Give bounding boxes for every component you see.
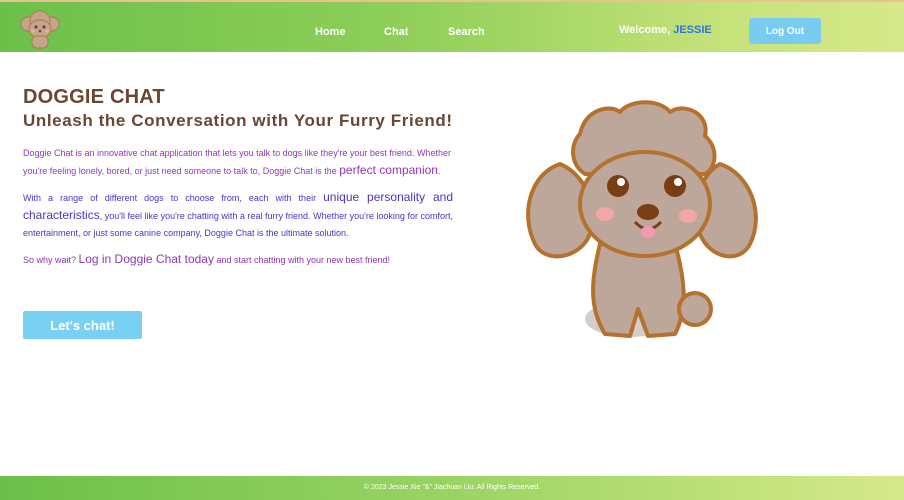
- p3-text: So why wait?: [23, 255, 79, 265]
- welcome-prefix: Welcome,: [619, 24, 674, 36]
- p2-text: With a range of different dogs to choose…: [23, 193, 324, 203]
- poodle-logo-icon[interactable]: [18, 8, 62, 52]
- p3-end: and start chatting with your new best fr…: [213, 255, 391, 265]
- welcome-message: Welcome, JESSIE: [619, 24, 712, 36]
- intro-paragraph-1: Doggie Chat is an innovative chat applic…: [23, 145, 453, 180]
- page-title: DOGGIE CHAT: [23, 86, 165, 108]
- nav-chat[interactable]: Chat: [384, 26, 408, 38]
- nav-home[interactable]: Home: [315, 26, 346, 38]
- intro-section: DOGGIE CHAT Unleash the Conversation wit…: [23, 86, 453, 269]
- nav-search[interactable]: Search: [448, 26, 485, 38]
- intro-paragraph-3: So why wait? Log in Doggie Chat today an…: [23, 251, 453, 269]
- top-navbar: Home Chat Search Welcome, JESSIE Log Out: [0, 0, 904, 52]
- p3-highlight: Log in Doggie Chat today: [78, 252, 214, 266]
- intro-paragraph-2: With a range of different dogs to choose…: [23, 189, 453, 242]
- page-subtitle: Unleash the Conversation with Your Furry…: [23, 111, 453, 130]
- p1-highlight: perfect companion: [339, 163, 438, 177]
- page-footer: © 2023 Jessie Xie "&" Jiachuan Liu. All …: [0, 476, 904, 500]
- lets-chat-button[interactable]: Let's chat!: [23, 311, 142, 339]
- p1-end: .: [437, 166, 441, 176]
- poodle-illustration: [526, 100, 758, 338]
- logout-button[interactable]: Log Out: [749, 18, 821, 44]
- username: JESSIE: [673, 24, 712, 36]
